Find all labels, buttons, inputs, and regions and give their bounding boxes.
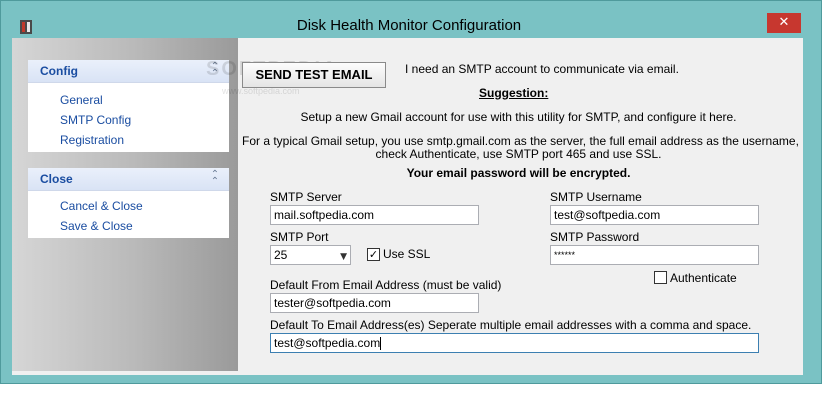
chevron-down-icon[interactable]: ▼ xyxy=(340,248,347,264)
group-title-config: Config xyxy=(40,64,78,78)
sidebar: Config ⌃ ⌃ General SMTP Config Registrati… xyxy=(12,38,238,371)
smtp-username-label: SMTP Username xyxy=(550,190,642,204)
to-email-label: Default To Email Address(es) Seperate mu… xyxy=(270,318,752,332)
group-header-config[interactable]: Config ⌃ ⌃ xyxy=(28,60,229,83)
chevron-double-up-icon[interactable]: ⌃ ⌃ xyxy=(209,170,221,187)
close-button[interactable]: ✕ xyxy=(767,13,801,33)
sidebar-item-registration[interactable]: Registration xyxy=(28,130,229,150)
authenticate-checkbox[interactable] xyxy=(654,271,667,284)
gmail-setup-line1: For a typical Gmail setup, you use smtp.… xyxy=(242,134,799,148)
sidebar-item-general[interactable]: General xyxy=(28,90,229,110)
text-caret xyxy=(380,337,382,351)
smtp-notice: I need an SMTP account to communicate vi… xyxy=(405,62,679,76)
group-header-close[interactable]: Close ⌃ ⌃ xyxy=(28,168,229,191)
smtp-server-input[interactable]: mail.softpedia.com xyxy=(270,205,479,225)
window-title: Disk Health Monitor Configuration xyxy=(296,17,522,34)
sidebar-group-close: Close ⌃ ⌃ Cancel & Close Save & Close xyxy=(28,168,229,238)
smtp-port-value: 25 xyxy=(274,248,288,262)
to-email-value: test@softpedia.com xyxy=(274,336,381,350)
smtp-config-panel: SOFTPEDIA www.softpedia.com SEND TEST EM… xyxy=(206,46,799,363)
send-test-email-button[interactable]: SEND TEST EMAIL xyxy=(242,62,386,88)
sidebar-item-cancel-close[interactable]: Cancel & Close xyxy=(28,196,229,216)
smtp-password-input[interactable]: ****** xyxy=(550,245,759,265)
encryption-notice: Your email password will be encrypted. xyxy=(406,166,631,180)
use-ssl-label: Use SSL xyxy=(383,247,431,261)
sidebar-item-save-close[interactable]: Save & Close xyxy=(28,216,229,236)
from-email-label: Default From Email Address (must be vali… xyxy=(270,278,502,292)
authenticate-label: Authenticate xyxy=(670,271,737,285)
checkmark-icon: ✓ xyxy=(368,248,379,261)
use-ssl-checkbox[interactable]: ✓ xyxy=(367,248,380,261)
gmail-setup-line2: check Authenticate, use SMTP port 465 an… xyxy=(375,147,662,161)
smtp-username-input[interactable]: test@softpedia.com xyxy=(550,205,759,225)
smtp-port-select[interactable]: 25 ▼ xyxy=(270,245,351,265)
title-bar[interactable]: Disk Health Monitor Configuration ✕ xyxy=(1,1,821,39)
smtp-port-label: SMTP Port xyxy=(270,230,329,244)
group-title-close: Close xyxy=(40,172,73,186)
suggestion-heading: Suggestion: xyxy=(479,86,549,100)
suggestion-text: Setup a new Gmail account for use with t… xyxy=(300,110,737,124)
smtp-password-label: SMTP Password xyxy=(550,230,640,244)
sidebar-group-config: Config ⌃ ⌃ General SMTP Config Registrati… xyxy=(28,60,229,152)
to-email-input[interactable]: test@softpedia.com xyxy=(270,333,759,353)
from-email-input[interactable]: tester@softpedia.com xyxy=(270,293,479,313)
sidebar-item-smtp-config[interactable]: SMTP Config xyxy=(28,110,229,130)
smtp-server-label: SMTP Server xyxy=(270,190,342,204)
